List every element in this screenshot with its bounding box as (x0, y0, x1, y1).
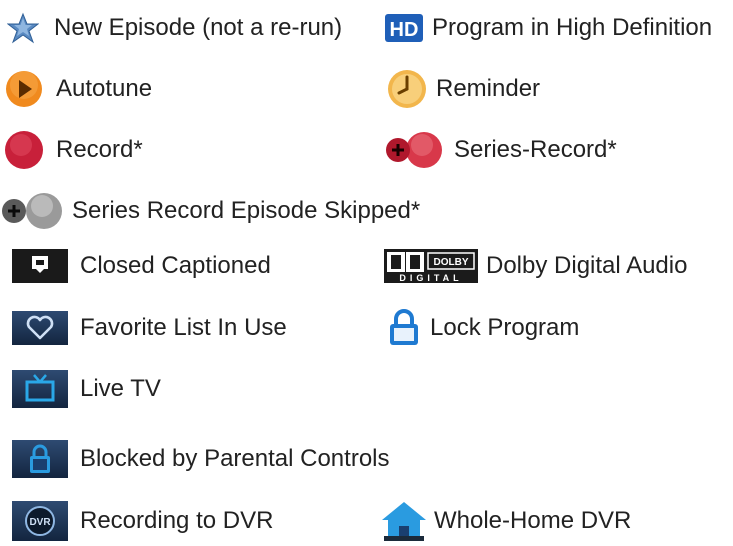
legend-label: Whole-Home DVR (434, 507, 632, 534)
legend-item-parental: Blocked by Parental Controls (12, 434, 390, 484)
closed-captioned-icon (12, 249, 68, 283)
dvr-icon: DVR (12, 501, 68, 541)
legend-label: Dolby Digital Audio (486, 252, 688, 279)
lock-icon (388, 309, 420, 347)
hd-icon: HD (384, 12, 424, 44)
legend-label: Reminder (436, 75, 541, 102)
legend-label: Live TV (80, 375, 161, 402)
new-episode-star-icon (4, 12, 42, 44)
legend-item-record: Record* (4, 125, 143, 175)
dolby-sub-text: DIGITAL (399, 273, 462, 283)
legend-item-autotune: Autotune (4, 64, 152, 114)
reminder-clock-icon (386, 68, 428, 110)
legend-item-dvr: DVR Recording to DVR (12, 496, 273, 546)
autotune-icon (4, 69, 44, 109)
dvr-icon-text: DVR (29, 517, 51, 528)
legend-label: Favorite List In Use (80, 314, 287, 341)
legend-item-live-tv: Live TV (12, 364, 161, 414)
legend-label: New Episode (not a re-run) (54, 14, 343, 41)
dolby-text: DOLBY (434, 257, 469, 268)
series-record-icon (384, 130, 446, 170)
legend-item-closed-captioned: Closed Captioned (12, 241, 271, 291)
icon-legend: New Episode (not a re-run) HD Program in… (0, 0, 733, 542)
legend-item-lock: Lock Program (388, 303, 579, 353)
legend-label: Program in High Definition (432, 14, 713, 41)
legend-item-series-record: Series-Record* (384, 125, 617, 175)
legend-label: Closed Captioned (80, 252, 271, 279)
legend-label: Blocked by Parental Controls (80, 445, 390, 472)
legend-label: Series-Record* (454, 136, 617, 163)
record-icon (4, 130, 44, 170)
hd-icon-text: HD (390, 19, 419, 41)
series-record-skipped-icon (0, 191, 66, 231)
dolby-digital-icon: DOLBY DIGITAL (384, 249, 478, 283)
legend-label: Recording to DVR (80, 507, 274, 534)
legend-item-dolby: DOLBY DIGITAL Dolby Digital Audio (384, 241, 687, 291)
legend-label: Series Record Episode Skipped* (72, 197, 421, 224)
legend-label: Record* (56, 136, 143, 163)
legend-item-favorite: Favorite List In Use (12, 303, 287, 353)
live-tv-icon (12, 370, 68, 408)
legend-item-reminder: Reminder (386, 64, 540, 114)
whole-home-dvr-icon (380, 500, 428, 542)
legend-item-whole-home-dvr: Whole-Home DVR (380, 496, 631, 546)
legend-label: Autotune (56, 75, 153, 102)
favorite-heart-icon (12, 311, 68, 345)
legend-item-series-skipped: Series Record Episode Skipped* (0, 186, 420, 236)
parental-lock-icon (12, 440, 68, 478)
legend-label: Lock Program (430, 314, 580, 341)
legend-item-new-episode: New Episode (not a re-run) (4, 3, 342, 53)
legend-item-hd: HD Program in High Definition (384, 3, 712, 53)
